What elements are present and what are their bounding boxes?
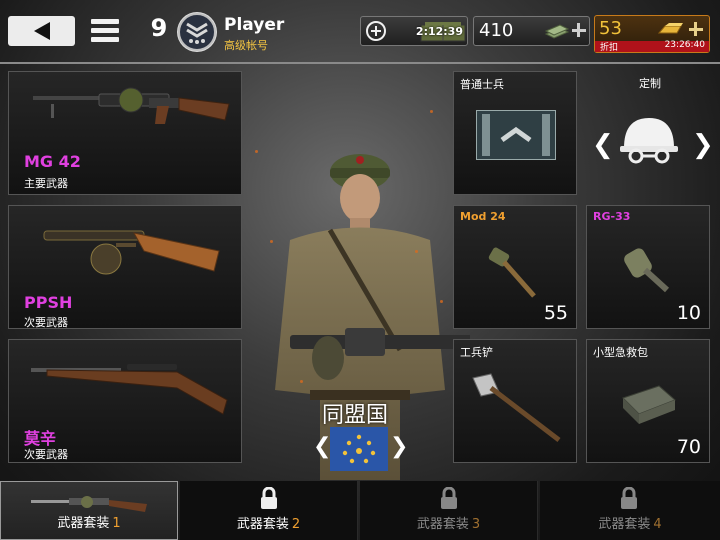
item-name: 工兵铲 [460, 346, 493, 359]
item-count: 55 [543, 302, 568, 324]
back-arrow-icon [34, 22, 50, 40]
ember-particle [415, 250, 418, 253]
soldier-class-panel[interactable]: 普通士兵 [453, 71, 577, 195]
add-money-icon[interactable] [572, 23, 586, 37]
item-name: RG-33 [593, 210, 631, 223]
machine-gun-icon [33, 87, 230, 124]
discount-label: 折扣 [600, 43, 619, 53]
item-count: 10 [676, 302, 701, 324]
money-value: 410 [479, 20, 514, 41]
top-divider [0, 62, 720, 64]
ember-particle [300, 380, 303, 383]
gold-display[interactable]: 53 折扣 23:26:40 [594, 15, 710, 53]
smg-icon [43, 230, 220, 275]
crate-timer: 2:12:39 [415, 25, 463, 38]
item-slot-grenade-2[interactable]: RG-33 10 [586, 205, 710, 329]
tab-label: 武器套装 [416, 517, 469, 532]
loadout-tab-3[interactable]: 武器套装 3 [360, 481, 538, 540]
item-slot-medkit[interactable]: 小型急救包 70 [586, 339, 710, 463]
customize-label: 定制 [639, 77, 661, 90]
machine-gun-icon [31, 496, 147, 512]
ember-particle [270, 240, 273, 243]
faction-prev-icon[interactable]: ❮ [313, 434, 331, 459]
weapon-slot-label: 次要武器 [24, 448, 68, 461]
weapon-name: MG 42 [24, 152, 81, 171]
chevron-right-icon[interactable]: ❯ [692, 130, 714, 160]
rifle-icon [31, 364, 228, 415]
stick-grenade-icon [488, 247, 536, 298]
weapon-slot-primary[interactable]: MG 42 主要武器 [8, 71, 242, 195]
loadout-tab-4[interactable]: 武器套装 4 [540, 481, 720, 540]
private-rank-icon [476, 110, 556, 160]
weapon-slot-tertiary[interactable]: 莫辛 次要武器 [8, 339, 242, 463]
item-name: Mod 24 [460, 210, 506, 223]
weapon-slot-label: 主要武器 [24, 177, 68, 190]
add-circle-icon[interactable] [366, 21, 386, 41]
grenade-icon [624, 248, 670, 293]
hamburger-icon [91, 19, 119, 24]
add-gold-icon[interactable] [689, 22, 703, 36]
rank-badge-icon[interactable] [177, 12, 217, 52]
gold-bar-icon [657, 23, 683, 34]
account-type: 高级帐号 [224, 39, 268, 52]
medkit-icon [622, 385, 676, 424]
weapon-name: PPSH [24, 293, 73, 312]
helmet-icon[interactable] [616, 112, 682, 172]
gold-value: 53 [599, 18, 622, 39]
tab-label: 武器套装 [57, 516, 110, 531]
item-slot-tool[interactable]: 工兵铲 [453, 339, 577, 463]
ember-particle [440, 300, 443, 303]
supply-crate-timer[interactable]: 2:12:39 [360, 16, 468, 46]
item-count: 70 [676, 436, 701, 458]
player-name: Player [224, 15, 285, 35]
lock-icon [261, 487, 277, 509]
tab-number: 1 [112, 516, 121, 531]
ember-particle [255, 150, 258, 153]
money-display[interactable]: 410 [473, 16, 590, 46]
back-button[interactable] [8, 16, 75, 46]
player-level: 9 [150, 14, 168, 42]
ember-particle [430, 110, 433, 113]
weapon-slot-label: 次要武器 [24, 316, 68, 329]
menu-button[interactable] [91, 17, 119, 45]
tab-number: 2 [291, 517, 301, 532]
item-name: 小型急救包 [593, 346, 648, 359]
weapon-slot-secondary[interactable]: PPSH 次要武器 [8, 205, 242, 329]
lock-icon [621, 487, 637, 509]
tab-label: 武器套装 [236, 517, 289, 532]
faction-name: 同盟国 [321, 403, 388, 428]
tab-number: 3 [471, 517, 481, 532]
loadout-tab-1[interactable]: 武器套装 1 [0, 481, 178, 540]
chevron-left-icon[interactable]: ❮ [592, 130, 614, 160]
cash-icon [544, 24, 570, 39]
loadout-tab-2[interactable]: 武器套装 2 [180, 481, 358, 540]
soldier-class-label: 普通士兵 [460, 78, 504, 91]
tab-label: 武器套装 [598, 517, 651, 532]
item-slot-grenade-1[interactable]: Mod 24 55 [453, 205, 577, 329]
tab-number: 4 [653, 517, 662, 532]
faction-next-icon[interactable]: ❯ [390, 434, 408, 459]
lock-icon [441, 487, 457, 509]
allies-flag-icon[interactable] [330, 427, 388, 471]
discount-timer: 23:26:40 [664, 40, 705, 50]
discount-strip: 折扣 23:26:40 [595, 40, 709, 53]
shovel-icon [472, 373, 561, 442]
